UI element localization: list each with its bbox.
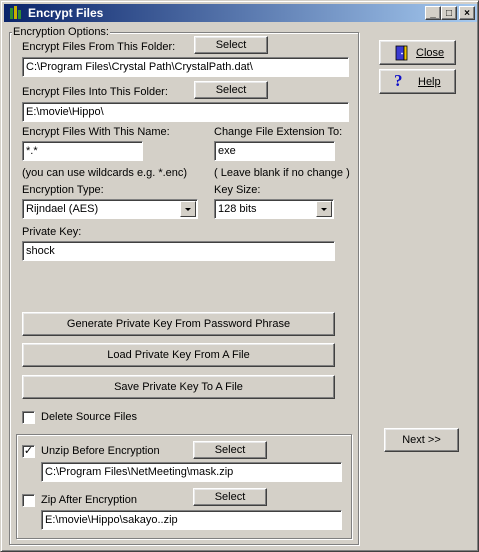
encryption-type-label: Encryption Type: xyxy=(22,184,104,196)
from-folder-label: Encrypt Files From This Folder: xyxy=(22,41,176,53)
zip-checkbox[interactable] xyxy=(22,494,35,507)
help-question-icon: ? xyxy=(394,71,403,90)
zip-path-input[interactable]: E:\movie\Hippo\sakayo..zip xyxy=(41,510,342,530)
save-key-button[interactable]: Save Private Key To A File xyxy=(22,375,335,399)
minimize-button[interactable]: _ xyxy=(425,6,441,20)
file-extension-input[interactable]: exe xyxy=(214,141,335,161)
generate-key-button[interactable]: Generate Private Key From Password Phras… xyxy=(22,312,335,336)
zip-label: Zip After Encryption xyxy=(41,494,137,506)
delete-source-label: Delete Source Files xyxy=(41,411,137,423)
unzip-select-button[interactable]: Select xyxy=(193,441,267,459)
encryption-type-value: Rijndael (AES) xyxy=(26,203,99,215)
key-size-select[interactable]: 128 bits xyxy=(214,199,334,219)
close-window-button[interactable]: × xyxy=(459,6,475,20)
app-icon xyxy=(10,6,21,19)
file-name-input[interactable]: *.* xyxy=(22,141,143,161)
load-key-button[interactable]: Load Private Key From A File xyxy=(22,343,335,367)
file-extension-label: Change File Extension To: xyxy=(214,126,343,138)
key-size-value: 128 bits xyxy=(218,203,257,215)
wildcard-hint: (you can use wildcards e.g. *.enc) xyxy=(22,167,188,179)
unzip-path-input[interactable]: C:\Program Files\NetMeeting\mask.zip xyxy=(41,462,342,482)
from-folder-select-button[interactable]: Select xyxy=(194,36,268,54)
into-folder-input[interactable]: E:\movie\Hippo\ xyxy=(22,102,349,122)
window-title: Encrypt Files xyxy=(28,6,104,20)
door-icon xyxy=(395,45,408,61)
unzip-checkbox[interactable]: ✓ xyxy=(22,445,35,458)
help-button[interactable]: ? Help xyxy=(379,69,456,94)
private-key-label: Private Key: xyxy=(22,226,82,238)
into-folder-select-button[interactable]: Select xyxy=(194,81,268,99)
chevron-down-icon[interactable] xyxy=(316,201,332,217)
delete-source-checkbox[interactable] xyxy=(22,411,35,424)
from-folder-input[interactable]: C:\Program Files\Crystal Path\CrystalPat… xyxy=(22,57,349,77)
encrypt-files-window: Encrypt Files _ □ × Encryption Options: … xyxy=(0,0,479,552)
encryption-type-select[interactable]: Rijndael (AES) xyxy=(22,199,198,219)
title-bar[interactable]: Encrypt Files _ □ × xyxy=(4,4,477,22)
help-button-label: Help xyxy=(418,76,441,88)
key-size-label: Key Size: xyxy=(214,184,261,196)
chevron-down-icon[interactable] xyxy=(180,201,196,217)
into-folder-label: Encrypt Files Into This Folder: xyxy=(22,86,168,98)
close-button[interactable]: Close xyxy=(379,40,456,65)
maximize-button[interactable]: □ xyxy=(441,6,457,20)
next-button[interactable]: Next >> xyxy=(384,428,459,452)
unzip-label: Unzip Before Encryption xyxy=(41,445,160,457)
close-button-label: Close xyxy=(416,47,445,59)
extension-hint: ( Leave blank if no change ) xyxy=(214,167,350,179)
zip-select-button[interactable]: Select xyxy=(193,488,267,506)
file-name-label: Encrypt Files With This Name: xyxy=(22,126,170,138)
private-key-input[interactable]: shock xyxy=(22,241,335,261)
encryption-options-legend: Encryption Options: xyxy=(12,26,110,38)
